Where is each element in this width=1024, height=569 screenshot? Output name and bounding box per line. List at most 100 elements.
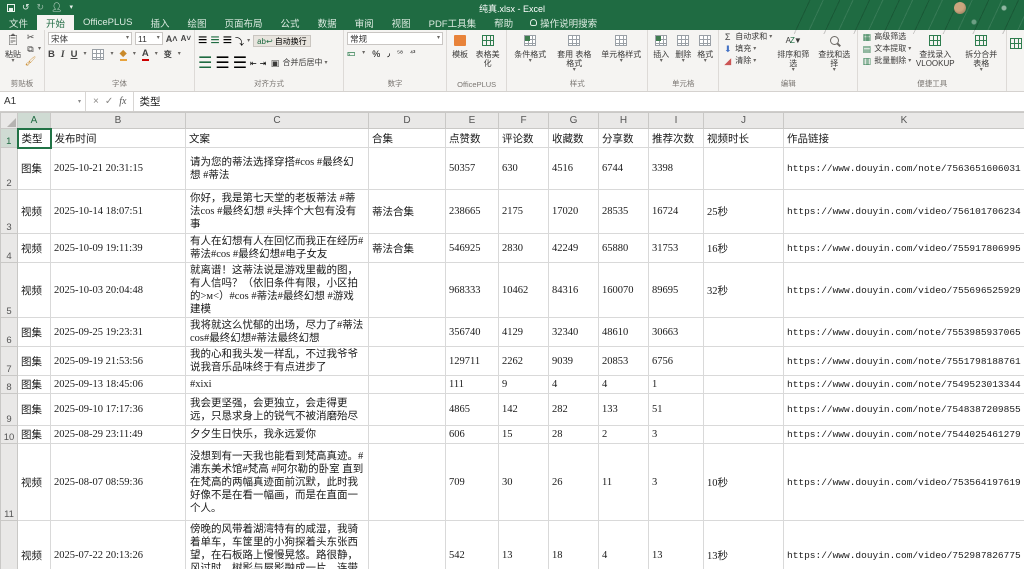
cell-B11[interactable]: 2025-08-07 08:59:36 <box>51 444 186 521</box>
cell-B7[interactable]: 2025-09-19 21:53:56 <box>51 347 186 376</box>
cell-K4[interactable]: https://www.douyin.com/video/75591780699… <box>784 234 1024 263</box>
cell-D12[interactable] <box>369 521 446 569</box>
cell-H11[interactable]: 11 <box>599 444 649 521</box>
row-header-6[interactable]: 6 <box>1 318 18 347</box>
cell-B12[interactable]: 2025-07-22 20:13:26 <box>51 521 186 569</box>
tab-draw[interactable]: 绘图 <box>179 15 216 30</box>
cell-K2[interactable]: https://www.douyin.com/note/756365160603… <box>784 148 1024 190</box>
number-format-combo[interactable]: 常规▾ <box>347 32 443 45</box>
cell-J1[interactable]: 视频时长 <box>704 129 784 148</box>
cell-J3[interactable]: 25秒 <box>704 190 784 234</box>
cell-H5[interactable]: 160070 <box>599 263 649 318</box>
sort-filter-button[interactable]: AZ▼ 排序和筛选▾ <box>774 32 812 74</box>
autosum-button[interactable]: Σ自动求和▾ <box>722 32 772 42</box>
row-header-12[interactable]: 12 <box>1 521 18 569</box>
cell-G10[interactable]: 28 <box>549 426 599 444</box>
advanced-filter-button[interactable]: ▦高级筛选 <box>861 32 911 42</box>
cell-G9[interactable]: 282 <box>549 394 599 426</box>
cell-F9[interactable]: 142 <box>499 394 549 426</box>
cell-D4[interactable]: 蒂法合集 <box>369 234 446 263</box>
cell-D11[interactable] <box>369 444 446 521</box>
borders-button[interactable] <box>92 49 104 60</box>
cell-G5[interactable]: 84316 <box>549 263 599 318</box>
format-as-table-button[interactable]: 套用 表格格式 ▾ <box>552 32 596 74</box>
cell-B4[interactable]: 2025-10-09 19:11:39 <box>51 234 186 263</box>
cut-button[interactable]: ✂ <box>25 32 41 42</box>
cell-E10[interactable]: 606 <box>446 426 499 444</box>
formula-input[interactable]: 类型 <box>134 92 1024 111</box>
cell-J6[interactable] <box>704 318 784 347</box>
cell-E6[interactable]: 356740 <box>446 318 499 347</box>
cell-G7[interactable]: 9039 <box>549 347 599 376</box>
row-header-4[interactable]: 4 <box>1 234 18 263</box>
cell-G4[interactable]: 42249 <box>549 234 599 263</box>
italic-button[interactable]: I <box>61 50 65 60</box>
touch-mode-icon[interactable]: 👤︎ <box>51 3 62 12</box>
cell-J8[interactable] <box>704 376 784 394</box>
bold-button[interactable]: B <box>48 49 55 60</box>
cell-C9[interactable]: 我会更坚强，会更独立，会走得更远，只恳求身上的锐气不被消磨殆尽 <box>186 394 369 426</box>
cell-K7[interactable]: https://www.douyin.com/note/755179818876… <box>784 347 1024 376</box>
row-header-10[interactable]: 10 <box>1 426 18 444</box>
cell-B6[interactable]: 2025-09-25 19:23:31 <box>51 318 186 347</box>
decrease-decimal-icon[interactable]: ⁴³ <box>410 50 415 57</box>
cell-H7[interactable]: 20853 <box>599 347 649 376</box>
cell-G8[interactable]: 4 <box>549 376 599 394</box>
cell-K6[interactable]: https://www.douyin.com/note/755398593706… <box>784 318 1024 347</box>
cell-F7[interactable]: 2262 <box>499 347 549 376</box>
font-name-combo[interactable]: 宋体▾ <box>48 32 132 45</box>
column-header-D[interactable]: D <box>369 113 446 129</box>
cell-C7[interactable]: 我的心和我头发一样乱，不过我爷爷说我音乐品味终于有点进步了 <box>186 347 369 376</box>
align-middle-icon[interactable]: ≡ <box>210 32 219 50</box>
cell-I4[interactable]: 31753 <box>649 234 704 263</box>
tell-me-search[interactable]: 操作说明搜索 <box>522 15 605 30</box>
text-extract-button[interactable]: ▤文本提取▾ <box>861 44 911 54</box>
row-header-1[interactable]: 1 <box>1 129 18 148</box>
customize-qat-icon[interactable]: ▾ <box>70 3 74 12</box>
column-header-I[interactable]: I <box>649 113 704 129</box>
cell-F11[interactable]: 30 <box>499 444 549 521</box>
cell-E4[interactable]: 546925 <box>446 234 499 263</box>
cell-J5[interactable]: 32秒 <box>704 263 784 318</box>
insert-cells-button[interactable]: 插入▾ <box>651 32 671 65</box>
cell-G2[interactable]: 4516 <box>549 148 599 190</box>
cell-I2[interactable]: 3398 <box>649 148 704 190</box>
increase-indent-icon[interactable]: ⇥ <box>260 59 267 68</box>
row-header-8[interactable]: 8 <box>1 376 18 394</box>
cell-H1[interactable]: 分享数 <box>599 129 649 148</box>
shrink-font-button[interactable]: A˅ <box>181 34 191 43</box>
beautify-button[interactable]: 表格美化 <box>472 32 503 69</box>
align-right-icon[interactable]: ☰ <box>233 53 247 73</box>
cell-B5[interactable]: 2025-10-03 20:04:48 <box>51 263 186 318</box>
conditional-formatting-button[interactable]: 条件格式 ▾ <box>510 32 550 65</box>
cell-C6[interactable]: 我将就这么忧郁的出场，尽力了#蒂法cos#最终幻想#蒂法最终幻想 <box>186 318 369 347</box>
align-bottom-icon[interactable]: ≡ <box>223 32 232 50</box>
cell-I7[interactable]: 6756 <box>649 347 704 376</box>
cell-D3[interactable]: 蒂法合集 <box>369 190 446 234</box>
font-color-button[interactable]: A <box>142 48 149 61</box>
cell-C2[interactable]: 请为您的蒂法选择穿搭#cos #最终幻想 #蒂法 <box>186 148 369 190</box>
tab-data[interactable]: 数据 <box>309 15 346 30</box>
accounting-format-icon[interactable]: 💴︎ <box>347 48 355 59</box>
cell-E11[interactable]: 709 <box>446 444 499 521</box>
cell-H12[interactable]: 4 <box>599 521 649 569</box>
cell-E2[interactable]: 50357 <box>446 148 499 190</box>
cell-A1[interactable]: 类型 <box>18 129 51 148</box>
fill-button[interactable]: ⬇填充▾ <box>722 44 772 54</box>
cell-D6[interactable] <box>369 318 446 347</box>
cell-E1[interactable]: 点赞数 <box>446 129 499 148</box>
cell-G12[interactable]: 18 <box>549 521 599 569</box>
cell-D5[interactable] <box>369 263 446 318</box>
column-header-E[interactable]: E <box>446 113 499 129</box>
cell-B2[interactable]: 2025-10-21 20:31:15 <box>51 148 186 190</box>
cell-C5[interactable]: 就离谱！这蒂法说是游戏里截的图，有人信吗？（依旧条件有限，小区拍的>м<）#co… <box>186 263 369 318</box>
cell-K3[interactable]: https://www.douyin.com/video/75610170623… <box>784 190 1024 234</box>
column-header-F[interactable]: F <box>499 113 549 129</box>
cell-J7[interactable] <box>704 347 784 376</box>
cell-D1[interactable]: 合集 <box>369 129 446 148</box>
tab-home[interactable]: 开始 <box>37 15 74 30</box>
column-header-K[interactable]: K <box>784 113 1024 129</box>
column-header-J[interactable]: J <box>704 113 784 129</box>
font-size-combo[interactable]: 11▾ <box>135 32 163 45</box>
cell-H9[interactable]: 133 <box>599 394 649 426</box>
